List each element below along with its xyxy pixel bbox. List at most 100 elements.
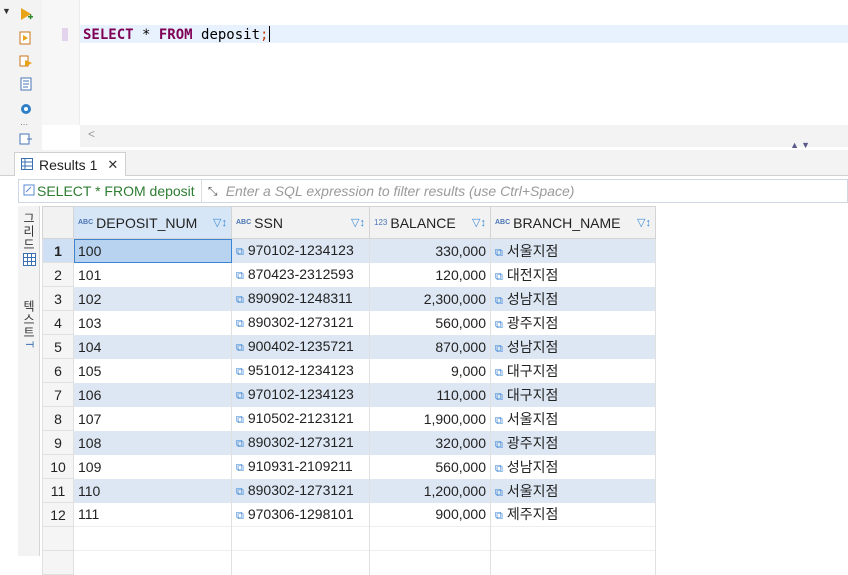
column-header-ssn[interactable]: ABC SSN ▽↕ xyxy=(231,206,370,239)
open-value-link-icon[interactable]: ⧉ xyxy=(495,415,503,427)
cell-balance[interactable]: 870,000 xyxy=(369,334,491,359)
row-number[interactable]: 3 xyxy=(42,286,74,311)
cell-balance[interactable]: 900,000 xyxy=(369,502,491,527)
cell-deposit-num[interactable]: 110 xyxy=(73,478,232,503)
open-value-link-icon[interactable]: ⧉ xyxy=(495,391,503,403)
results-grid[interactable]: ABC DEPOSIT_NUM ▽↕ ABC SSN ▽↕ 123 BALANCE ▽↕ A… xyxy=(42,206,656,575)
sql-file-icon[interactable] xyxy=(18,76,34,92)
scroll-left-icon[interactable]: < xyxy=(88,127,95,141)
open-value-link-icon[interactable]: ⧉ xyxy=(236,414,244,426)
open-value-link-icon[interactable]: ⧉ xyxy=(495,510,503,522)
open-value-link-icon[interactable]: ⧉ xyxy=(236,486,244,498)
cell-balance[interactable]: 1,900,000 xyxy=(369,406,491,431)
sql-query-text[interactable]: SELECT * FROM deposit; xyxy=(83,26,271,44)
table-row[interactable]: 9 108 ⧉ 890302-1273121 320,000 ⧉ 광주지점 xyxy=(42,430,656,455)
open-value-link-icon[interactable]: ⧉ xyxy=(236,366,244,378)
filter-source-query[interactable]: SELECT * FROM deposit xyxy=(19,180,202,202)
cell-balance[interactable]: 330,000 xyxy=(369,238,491,263)
row-number[interactable]: 4 xyxy=(42,310,74,335)
explain-plan-icon[interactable] xyxy=(18,53,34,69)
cell-ssn[interactable]: ⧉ 951012-1234123 xyxy=(231,358,370,383)
cell-branch-name[interactable]: ⧉ 서울지점 xyxy=(490,238,656,263)
cell-ssn[interactable]: ⧉ 910502-2123121 xyxy=(231,406,370,431)
row-number[interactable]: 8 xyxy=(42,406,74,431)
settings-icon[interactable] xyxy=(18,101,34,117)
row-number[interactable]: 7 xyxy=(42,382,74,407)
cell-balance[interactable]: 2,300,000 xyxy=(369,286,491,311)
cell-deposit-num[interactable]: 111 xyxy=(73,502,232,527)
row-number[interactable]: 1 xyxy=(42,238,74,263)
open-value-link-icon[interactable]: ⧉ xyxy=(236,390,244,402)
sort-filter-icon[interactable]: ▽↕ xyxy=(351,216,365,229)
export-icon[interactable] xyxy=(18,131,34,147)
cell-branch-name[interactable]: ⧉ 성남지점 xyxy=(490,454,656,479)
cell-branch-name[interactable]: ⧉ 성남지점 xyxy=(490,334,656,359)
cell-deposit-num[interactable]: 109 xyxy=(73,454,232,479)
cell-ssn[interactable]: ⧉ 890302-1273121 xyxy=(231,478,370,503)
close-icon[interactable]: ✕ xyxy=(107,157,118,173)
table-row[interactable]: 11 110 ⧉ 890302-1273121 1,200,000 ⧉ 서울지점 xyxy=(42,478,656,503)
execute-script-icon[interactable] xyxy=(18,30,34,46)
cell-deposit-num[interactable]: 105 xyxy=(73,358,232,383)
open-value-link-icon[interactable]: ⧉ xyxy=(236,294,244,306)
row-number[interactable]: 2 xyxy=(42,262,74,287)
sort-filter-icon[interactable]: ▽↕ xyxy=(213,216,227,229)
toolbar-menu-arrow-icon[interactable]: ▼ xyxy=(2,6,11,16)
table-row[interactable]: 8 107 ⧉ 910502-2123121 1,900,000 ⧉ 서울지점 xyxy=(42,406,656,431)
cell-ssn[interactable]: ⧉ 900402-1235721 xyxy=(231,334,370,359)
cell-deposit-num[interactable]: 107 xyxy=(73,406,232,431)
cell-deposit-num[interactable]: 103 xyxy=(73,310,232,335)
editor-horizontal-scrollbar[interactable]: < xyxy=(80,125,848,147)
cell-deposit-num[interactable]: 102 xyxy=(73,286,232,311)
cell-balance[interactable]: 320,000 xyxy=(369,430,491,455)
open-value-link-icon[interactable]: ⧉ xyxy=(236,270,244,282)
cell-branch-name[interactable]: ⧉ 제주지점 xyxy=(490,502,656,527)
cell-ssn[interactable]: ⧉ 870423-2312593 xyxy=(231,262,370,287)
row-number[interactable]: 6 xyxy=(42,358,74,383)
cell-balance[interactable]: 110,000 xyxy=(369,382,491,407)
cell-balance[interactable]: 9,000 xyxy=(369,358,491,383)
cell-branch-name[interactable]: ⧉ 서울지점 xyxy=(490,478,656,503)
sql-editor[interactable]: SELECT * FROM deposit; xyxy=(0,0,848,125)
open-value-link-icon[interactable]: ⧉ xyxy=(495,463,503,475)
table-row[interactable]: 10 109 ⧉ 910931-2109211 560,000 ⧉ 성남지점 xyxy=(42,454,656,479)
table-row[interactable]: 3 102 ⧉ 890902-1248311 2,300,000 ⧉ 성남지점 xyxy=(42,286,656,311)
cell-deposit-num[interactable]: 108 xyxy=(73,430,232,455)
open-value-link-icon[interactable]: ⧉ xyxy=(236,510,244,522)
cell-deposit-num[interactable]: 104 xyxy=(73,334,232,359)
cell-ssn[interactable]: ⧉ 890902-1248311 xyxy=(231,286,370,311)
table-row[interactable]: 2 101 ⧉ 870423-2312593 120,000 ⧉ 대전지점 xyxy=(42,262,656,287)
side-tab-grid[interactable]: 그리드 xyxy=(18,212,40,269)
row-number[interactable]: 5 xyxy=(42,334,74,359)
open-value-link-icon[interactable]: ⧉ xyxy=(495,319,503,331)
cell-balance[interactable]: 120,000 xyxy=(369,262,491,287)
cell-deposit-num[interactable]: 100 xyxy=(73,238,232,263)
open-value-link-icon[interactable]: ⧉ xyxy=(236,318,244,330)
cell-branch-name[interactable]: ⧉ 광주지점 xyxy=(490,430,656,455)
cell-branch-name[interactable]: ⧉ 성남지점 xyxy=(490,286,656,311)
sort-filter-icon[interactable]: ▽↕ xyxy=(472,216,486,229)
cell-deposit-num[interactable]: 106 xyxy=(73,382,232,407)
row-number[interactable]: 10 xyxy=(42,454,74,479)
filter-expression-input[interactable] xyxy=(223,181,847,201)
expand-filter-icon[interactable]: ⤡ xyxy=(202,184,224,199)
cell-ssn[interactable]: ⧉ 890302-1273121 xyxy=(231,310,370,335)
cell-branch-name[interactable]: ⧉ 광주지점 xyxy=(490,310,656,335)
column-header-deposit-num[interactable]: ABC DEPOSIT_NUM ▽↕ xyxy=(73,206,232,239)
open-value-link-icon[interactable]: ⧉ xyxy=(236,246,244,258)
table-row[interactable]: 12 111 ⧉ 970306-1298101 900,000 ⧉ 제주지점 xyxy=(42,502,656,527)
cell-deposit-num[interactable]: 101 xyxy=(73,262,232,287)
cell-ssn[interactable]: ⧉ 890302-1273121 xyxy=(231,430,370,455)
row-number[interactable]: 9 xyxy=(42,430,74,455)
cell-branch-name[interactable]: ⧉ 서울지점 xyxy=(490,406,656,431)
open-value-link-icon[interactable]: ⧉ xyxy=(495,487,503,499)
tab-results-1[interactable]: Results 1 ✕ xyxy=(14,152,126,176)
open-value-link-icon[interactable]: ⧉ xyxy=(495,343,503,355)
cell-ssn[interactable]: ⧉ 910931-2109211 xyxy=(231,454,370,479)
column-header-balance[interactable]: 123 BALANCE ▽↕ xyxy=(369,206,491,239)
column-header-branch-name[interactable]: ABC BRANCH_NAME ▽↕ xyxy=(490,206,656,239)
cell-branch-name[interactable]: ⧉ 대구지점 xyxy=(490,358,656,383)
execute-icon[interactable] xyxy=(18,6,34,22)
cell-balance[interactable]: 560,000 xyxy=(369,454,491,479)
grid-corner-cell[interactable] xyxy=(42,206,74,239)
